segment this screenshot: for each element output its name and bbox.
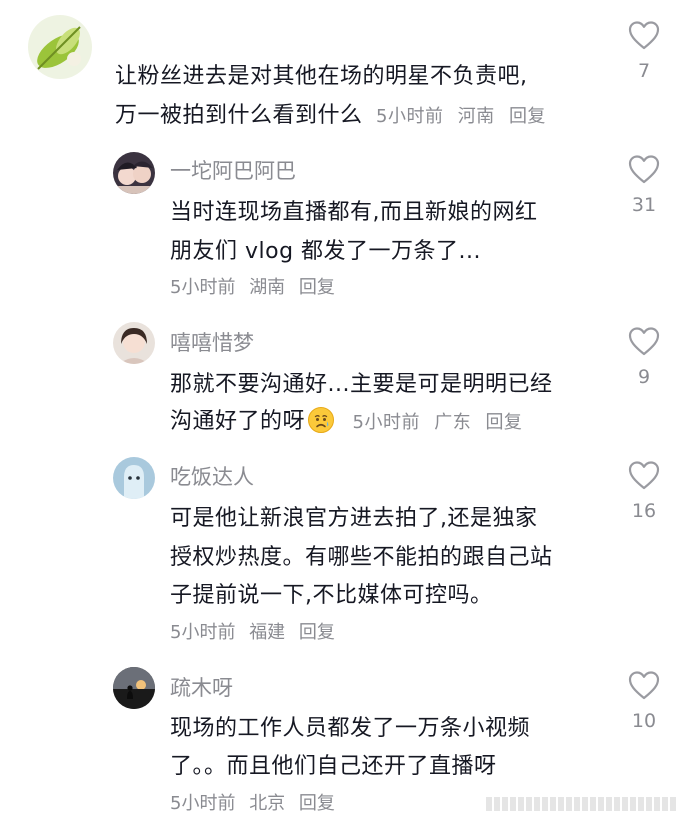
comment-meta: 5小时前 河南 回复 [376,106,554,127]
like-count: 10 [631,710,657,732]
comment-meta: 5小时前 广东 回复 [353,412,531,433]
sunset-silhouette-avatar-icon [113,667,155,709]
avatar[interactable] [113,322,155,364]
comment-time: 5小时前 [352,412,420,433]
comment-meta: 5小时前 福建 回复 [170,618,343,644]
comment-text-line: 可是他让新浪官方进去拍了,还是独家 [170,506,538,531]
like-count: 7 [637,60,651,82]
avatar[interactable] [113,667,155,709]
like-count: 16 [631,500,657,522]
comment-location: 广东 [434,412,472,433]
comment-text-line: 沟通好了的呀 5小时前 广东 回复 [170,403,530,435]
username[interactable]: 吃饭达人 [170,461,254,491]
comment-time: 5小时前 [170,793,236,814]
comment-item-4: 吃饭达人 可是他让新浪官方进去拍了,还是独家 授权炒热度。有哪些不能拍的跟自己站… [0,445,690,655]
heart-icon [628,461,660,490]
comment-item-3: 嘻嘻惜梦 那就不要沟通好...主要是可是明明已经 沟通好了的呀 5小时前 广东 … [0,310,690,445]
like-button[interactable]: 9 [614,326,674,388]
like-count: 31 [631,194,657,216]
like-button[interactable]: 31 [614,154,674,216]
reply-button[interactable]: 回复 [299,793,335,814]
comment-time: 5小时前 [170,622,236,643]
ghost-figure-avatar-icon [113,457,155,499]
heart-icon [628,671,660,700]
girl-portrait-avatar-icon [113,322,155,364]
anime-couple-avatar-icon [113,152,155,194]
avatar[interactable] [113,152,155,194]
comment-location: 北京 [249,793,286,814]
comment-text-line: 朋友们 vlog 都发了一万条了... [170,239,482,264]
heart-icon [628,21,660,50]
comment-text-line: 让粉丝进去是对其他在场的明星不负责吧, [115,64,528,89]
username[interactable]: 疏木呀 [170,672,233,702]
reply-button[interactable]: 回复 [509,106,546,127]
comment-text-line: 那就不要沟通好...主要是可是明明已经 [170,372,553,397]
heart-icon [628,327,660,356]
comment-text-line: 现场的工作人员都发了一万条小视频 [170,716,531,741]
like-button[interactable]: 16 [614,460,674,522]
comment-meta: 5小时前 湖南 回复 [170,273,343,299]
sad-face-emoji-icon [308,407,335,433]
comment-time: 5小时前 [170,277,236,298]
comment-location: 湖南 [249,277,286,298]
reply-button[interactable]: 回复 [299,622,335,643]
username[interactable]: 嘻嘻惜梦 [170,327,254,357]
comment-text-line: 当时连现场直播都有,而且新娘的网红 [170,200,538,225]
avatar[interactable] [113,457,155,499]
comment-text-line: 授权炒热度。有哪些不能拍的跟自己站 [170,545,553,570]
leaf-photo-avatar-icon [28,15,92,79]
comment-item-1: 让粉丝进去是对其他在场的明星不负责吧, 万一被拍到什么看到什么 5小时前 河南 … [0,0,690,140]
username[interactable]: 一坨阿巴阿巴 [170,155,296,185]
comment-text-line: 了。。而且他们自己还开了直播呀 [170,754,497,779]
like-button[interactable]: 7 [614,20,674,82]
like-button[interactable]: 10 [614,670,674,732]
comment-meta: 5小时前 北京 回复 [170,789,343,815]
reply-button[interactable]: 回复 [485,412,522,433]
comment-location: 河南 [457,106,495,127]
comment-item-2: 一坨阿巴阿巴 当时连现场直播都有,而且新娘的网红 朋友们 vlog 都发了一万条… [0,140,690,310]
comment-text: 万一被拍到什么看到什么 [115,103,363,128]
heart-icon [628,155,660,184]
avatar[interactable] [28,15,92,79]
comment-text: 沟通好了的呀 [170,409,306,434]
comment-location: 福建 [249,622,286,643]
reply-button[interactable]: 回复 [299,277,335,298]
comment-time: 5小时前 [376,106,444,127]
watermark-graphic [486,797,676,811]
comment-text-line: 子提前说一下,不比媒体可控吗。 [170,583,493,608]
comment-text-line: 万一被拍到什么看到什么 5小时前 河南 回复 [115,97,554,129]
like-count: 9 [637,366,651,388]
